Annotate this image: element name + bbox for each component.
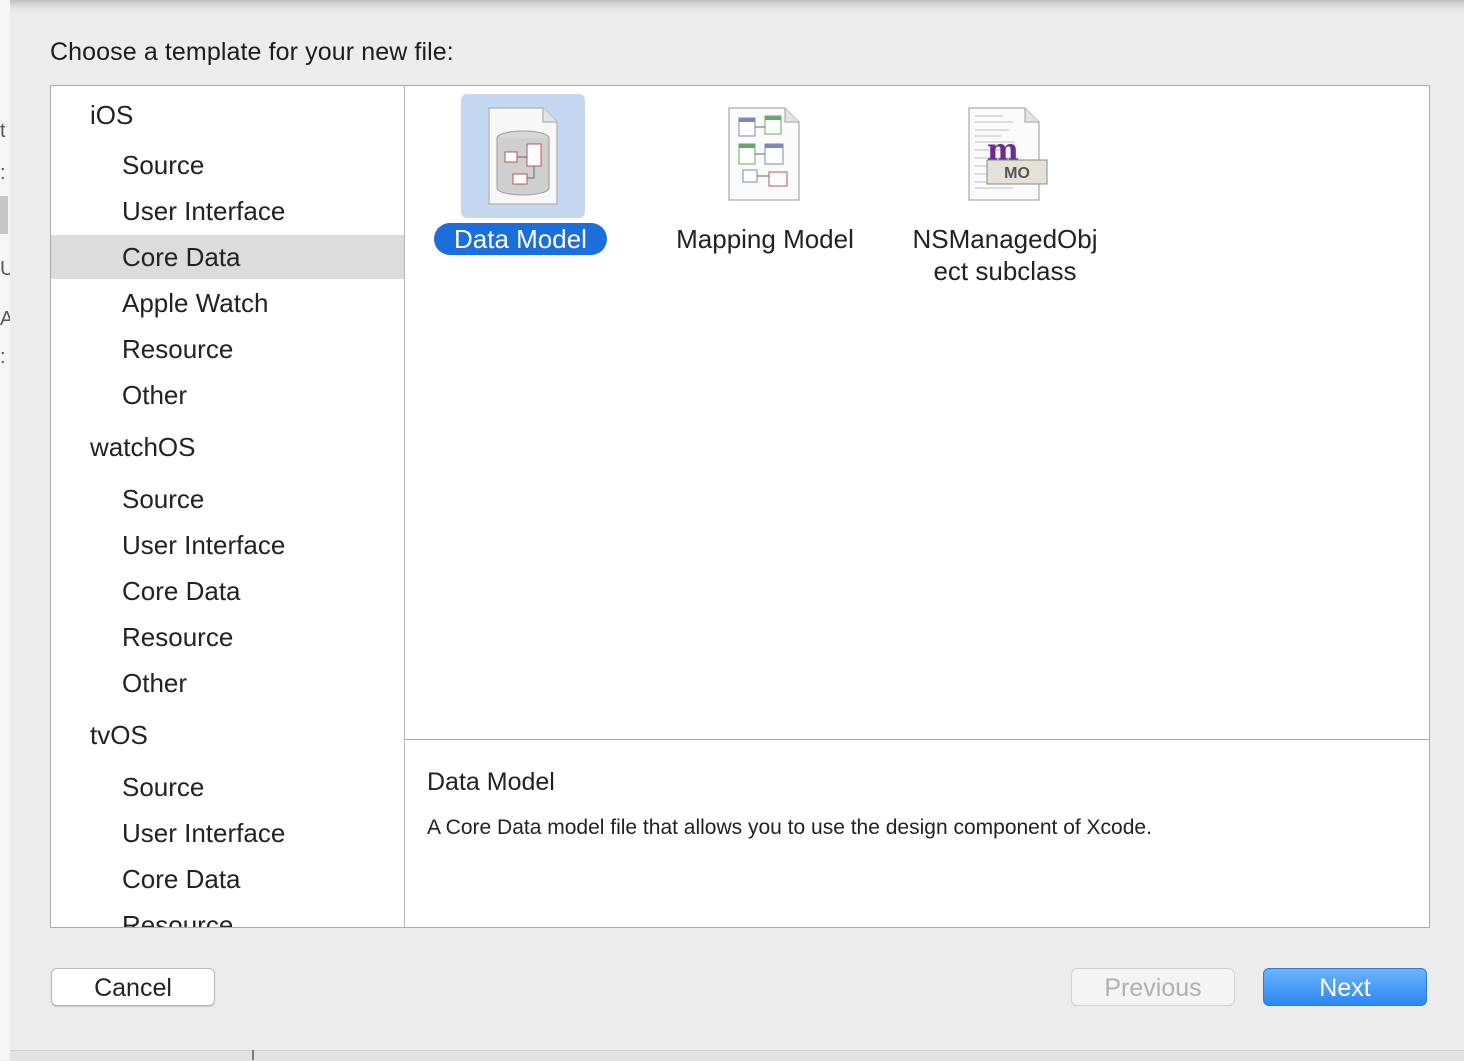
background-text-fragment: A bbox=[0, 308, 10, 330]
template-mapping-model[interactable]: Mapping Model bbox=[665, 86, 865, 286]
background-text-fragment: : bbox=[0, 346, 6, 368]
nsmanagedobject-icon: m MO bbox=[968, 107, 1048, 201]
sidebar-item-label: Other bbox=[122, 668, 188, 698]
sidebar-item-ios-resource[interactable]: Resource bbox=[51, 327, 404, 371]
template-label-line: NSManagedObj bbox=[912, 224, 1098, 254]
sidebar-item-ios-other[interactable]: Other bbox=[51, 373, 404, 417]
sidebar-item-watchos-other[interactable]: Other bbox=[51, 661, 404, 705]
template-icon-highlight bbox=[461, 94, 585, 218]
sidebar-item-label: User Interface bbox=[122, 530, 286, 560]
sidebar-item-ios-apple-watch[interactable]: Apple Watch bbox=[51, 281, 404, 325]
template-label: Data Model bbox=[434, 223, 607, 255]
new-file-sheet: Choose a template for your new file: iOS… bbox=[10, 12, 1464, 1050]
description-text: A Core Data model file that allows you t… bbox=[427, 816, 1152, 839]
sidebar-item-tvos-source[interactable]: Source bbox=[51, 765, 404, 809]
sidebar-item-watchos-user-interface[interactable]: User Interface bbox=[51, 523, 404, 567]
cancel-button[interactable]: Cancel bbox=[51, 968, 215, 1006]
sidebar-item-watchos-resource[interactable]: Resource bbox=[51, 615, 404, 659]
sidebar-item-label: Resource bbox=[122, 334, 234, 364]
sidebar-header-watchos: watchOS bbox=[90, 432, 196, 462]
sidebar-item-tvos-core-data[interactable]: Core Data bbox=[51, 857, 404, 901]
sidebar-item-label: Core Data bbox=[122, 242, 241, 272]
sidebar-item-tvos-resource[interactable]: Resource bbox=[51, 903, 404, 927]
window-bottom-edge bbox=[10, 1050, 1464, 1061]
background-text-fragment: U bbox=[0, 258, 10, 280]
sidebar-item-label: Resource bbox=[122, 622, 234, 652]
split-view-divider bbox=[252, 1050, 254, 1060]
sidebar-item-label: Source bbox=[122, 484, 205, 514]
background-text-fragment: : bbox=[0, 162, 6, 184]
sidebar-item-label: Apple Watch bbox=[122, 288, 269, 318]
template-icon-area bbox=[703, 94, 827, 218]
sidebar-item-ios-user-interface[interactable]: User Interface bbox=[51, 189, 404, 233]
sidebar-item-watchos-source[interactable]: Source bbox=[51, 477, 404, 521]
template-label-line: ect subclass bbox=[933, 256, 1077, 286]
sidebar-item-label: User Interface bbox=[122, 196, 286, 226]
sidebar-item-label: Resource bbox=[122, 910, 234, 927]
mo-badge: MO bbox=[1004, 165, 1030, 182]
dialog-title: Choose a template for your new file: bbox=[50, 38, 454, 66]
platform-sidebar[interactable]: iOS Source User Interface Core Data Appl… bbox=[51, 86, 405, 927]
next-button[interactable]: Next bbox=[1263, 968, 1427, 1006]
mapping-model-icon bbox=[728, 107, 800, 201]
template-data-model[interactable]: Data Model bbox=[405, 86, 665, 286]
template-description: Data Model A Core Data model file that a… bbox=[405, 740, 1429, 927]
sidebar-item-label: Core Data bbox=[122, 576, 241, 606]
description-title: Data Model bbox=[427, 768, 555, 796]
sidebar-item-watchos-core-data[interactable]: Core Data bbox=[51, 569, 404, 613]
sidebar-header-ios: iOS bbox=[90, 100, 134, 130]
sidebar-item-ios-source[interactable]: Source bbox=[51, 143, 404, 187]
sidebar-header-tvos: tvOS bbox=[90, 720, 148, 750]
sidebar-item-tvos-user-interface[interactable]: User Interface bbox=[51, 811, 404, 855]
sidebar-item-label: Source bbox=[122, 772, 205, 802]
previous-button[interactable]: Previous bbox=[1071, 968, 1235, 1006]
template-label: Mapping Model bbox=[676, 224, 854, 254]
template-chooser: iOS Source User Interface Core Data Appl… bbox=[50, 85, 1430, 928]
sidebar-item-label: Source bbox=[122, 150, 205, 180]
sidebar-item-label: User Interface bbox=[122, 818, 286, 848]
template-label: NSManagedObj ect subclass bbox=[900, 223, 1110, 287]
sheet-top-shadow bbox=[10, 0, 1464, 12]
sidebar-item-ios-core-data[interactable]: Core Data bbox=[51, 235, 404, 279]
template-grid: Data Model Mapping Model m MO NSManagedO… bbox=[405, 86, 1429, 740]
template-icon-area: m MO bbox=[943, 94, 1067, 218]
sidebar-item-label: Core Data bbox=[122, 864, 241, 894]
template-nsmanagedobject-subclass[interactable]: m MO NSManagedObj ect subclass bbox=[900, 86, 1110, 296]
background-text-fragment: t bbox=[0, 120, 6, 142]
background-selection bbox=[0, 196, 8, 234]
data-model-icon bbox=[488, 107, 558, 205]
sidebar-item-label: Other bbox=[122, 380, 188, 410]
